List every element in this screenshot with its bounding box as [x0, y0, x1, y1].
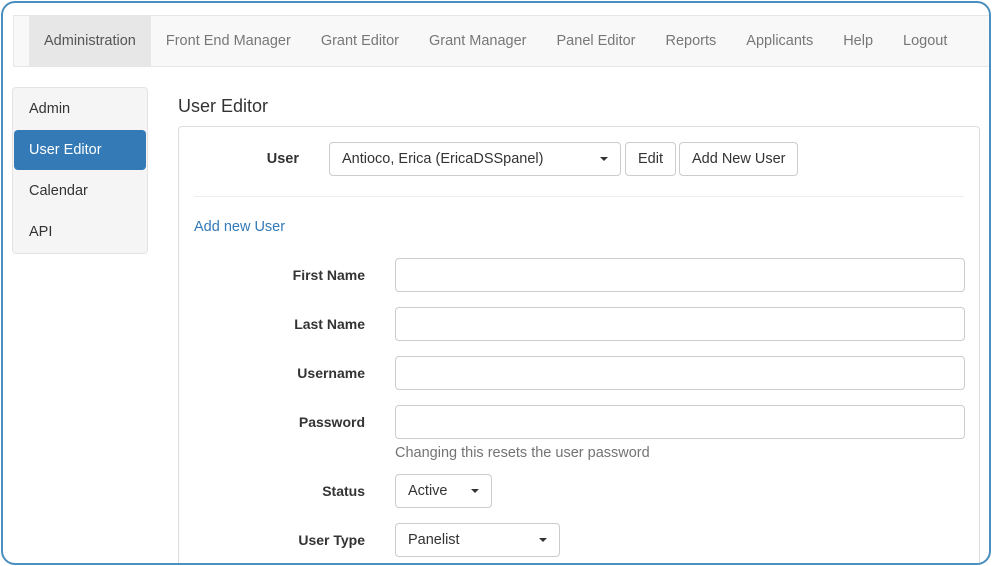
add-new-user-link[interactable]: Add new User — [194, 219, 285, 235]
username-input[interactable] — [395, 356, 965, 390]
nav-reports[interactable]: Reports — [651, 16, 732, 66]
first-name-input[interactable] — [395, 258, 965, 292]
navbar-spacer — [14, 16, 29, 66]
nav-administration[interactable]: Administration — [29, 16, 151, 66]
page-title: User Editor — [178, 96, 269, 116]
user-type-select[interactable]: Panelist — [395, 523, 560, 557]
sidebar-item-api[interactable]: API — [14, 212, 146, 252]
status-label: Status — [322, 483, 365, 499]
username-row: Username — [179, 356, 979, 390]
first-name-row: First Name — [179, 258, 979, 292]
nav-logout[interactable]: Logout — [888, 16, 962, 66]
password-row: Password Changing this resets the user p… — [179, 405, 979, 461]
nav-panel-editor[interactable]: Panel Editor — [542, 16, 651, 66]
password-help-text: Changing this resets the user password — [395, 445, 650, 461]
caret-down-icon — [600, 157, 608, 161]
user-type-row: User Type Panelist — [179, 523, 979, 557]
password-input[interactable] — [395, 405, 965, 439]
top-navbar: Administration Front End Manager Grant E… — [13, 15, 989, 67]
divider — [194, 196, 964, 197]
user-select[interactable]: Antioco, Erica (EricaDSSpanel) — [329, 142, 621, 176]
nav-grant-editor[interactable]: Grant Editor — [306, 16, 414, 66]
caret-down-icon — [539, 538, 547, 542]
first-name-label: First Name — [292, 267, 365, 283]
sidebar-item-admin[interactable]: Admin — [14, 89, 146, 129]
sidebar-item-calendar[interactable]: Calendar — [14, 171, 146, 211]
status-select-value: Active — [408, 483, 448, 499]
status-row: Status Active — [179, 474, 979, 508]
nav-grant-manager[interactable]: Grant Manager — [414, 16, 542, 66]
app-window: Administration Front End Manager Grant E… — [1, 1, 991, 565]
edit-button[interactable]: Edit — [625, 142, 676, 176]
last-name-label: Last Name — [294, 316, 365, 332]
status-select[interactable]: Active — [395, 474, 492, 508]
user-label: User — [266, 151, 299, 167]
user-type-label: User Type — [298, 532, 365, 548]
user-type-select-value: Panelist — [408, 532, 460, 548]
user-select-value: Antioco, Erica (EricaDSSpanel) — [342, 151, 544, 167]
sidebar: Admin User Editor Calendar API — [12, 87, 148, 254]
username-label: Username — [297, 365, 365, 381]
last-name-row: Last Name — [179, 307, 979, 341]
caret-down-icon — [471, 489, 479, 493]
password-label: Password — [298, 414, 365, 430]
nav-help[interactable]: Help — [828, 16, 888, 66]
user-editor-panel: User Antioco, Erica (EricaDSSpanel) Edit… — [178, 126, 980, 563]
last-name-input[interactable] — [395, 307, 965, 341]
sidebar-item-user-editor[interactable]: User Editor — [14, 130, 146, 170]
user-select-row: User Antioco, Erica (EricaDSSpanel) Edit… — [179, 142, 979, 178]
nav-applicants[interactable]: Applicants — [731, 16, 828, 66]
nav-front-end-manager[interactable]: Front End Manager — [151, 16, 306, 66]
add-new-user-button[interactable]: Add New User — [679, 142, 799, 176]
